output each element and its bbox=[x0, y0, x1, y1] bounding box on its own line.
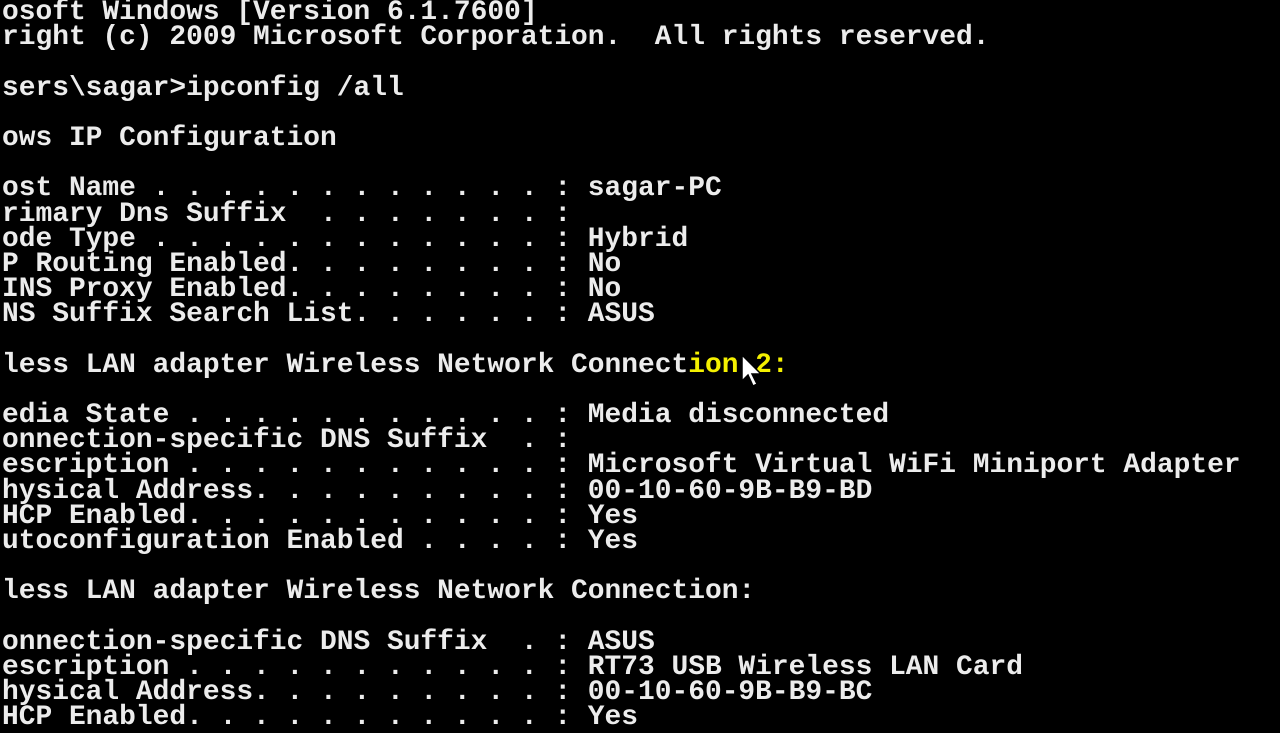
console-line: less LAN adapter Wireless Network Connec… bbox=[2, 349, 1241, 381]
console-line: less LAN adapter Wireless Network Connec… bbox=[2, 576, 756, 608]
console-line: right (c) 2009 Microsoft Corporation. Al… bbox=[2, 22, 990, 54]
console-line: ost Name . . . . . . . . . . . . : sagar… bbox=[2, 173, 722, 205]
highlighted-text: ion 2: bbox=[688, 349, 789, 381]
adapter-header-text: less LAN adapter Wireless Network Connec… bbox=[2, 349, 689, 381]
console-line: ows IP Configuration bbox=[2, 122, 337, 154]
console-line: hysical Address. . . . . . . . . : 00-10… bbox=[2, 475, 873, 507]
console-line: rimary Dns Suffix . . . . . . . : bbox=[2, 198, 572, 230]
console-line: escription . . . . . . . . . . . : Micro… bbox=[2, 450, 1241, 482]
console-output[interactable]: osoft Windows [Version 6.1.7600] right (c… bbox=[2, 0, 1241, 733]
console-line: NS Suffix Search List. . . . . . : ASUS bbox=[2, 299, 655, 331]
mouse-cursor-icon bbox=[741, 354, 763, 388]
console-line: sers\sagar>ipconfig /all bbox=[2, 72, 404, 104]
console-line: utoconfiguration Enabled . . . . : Yes bbox=[2, 525, 639, 557]
console-line: HCP Enabled. . . . . . . . . . . : Yes bbox=[2, 702, 639, 733]
